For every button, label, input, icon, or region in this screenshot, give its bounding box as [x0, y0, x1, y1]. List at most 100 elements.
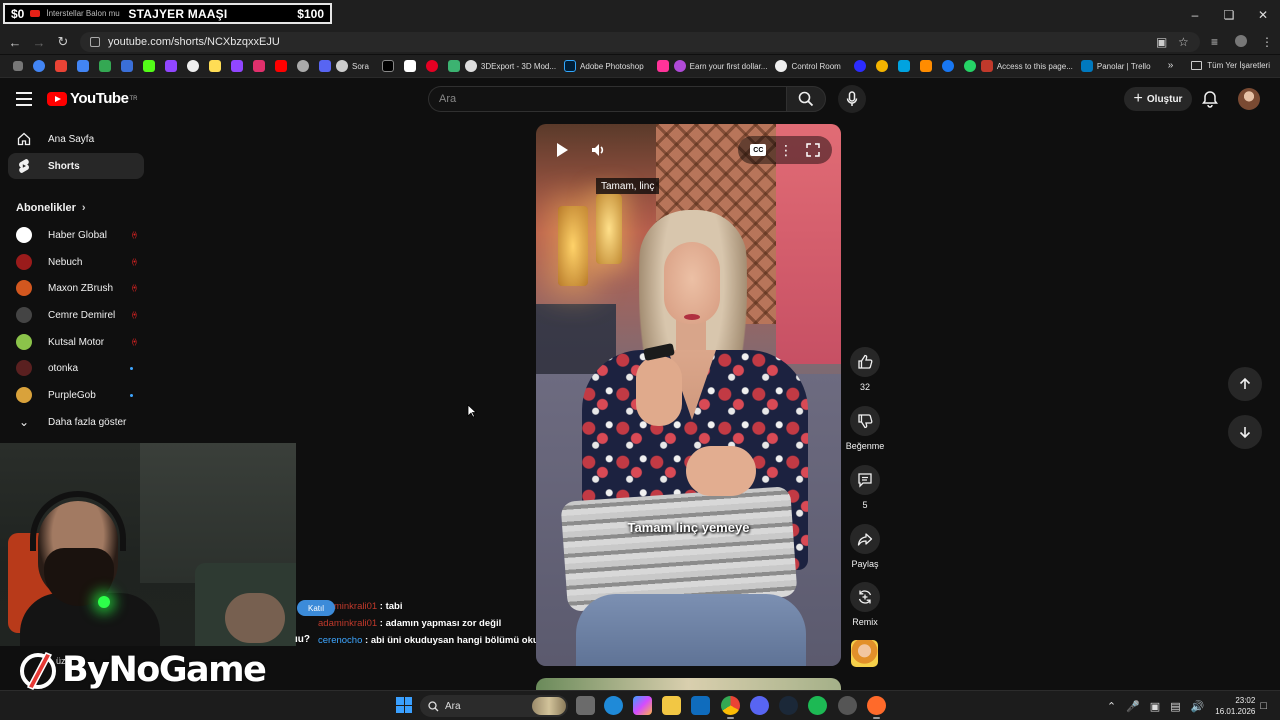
- volume-icon[interactable]: 🔊: [1191, 700, 1205, 713]
- shorts-video-player[interactable]: [536, 124, 841, 666]
- account-avatar[interactable]: [1238, 88, 1260, 110]
- chrome-icon[interactable]: [721, 696, 740, 719]
- windows-start-icon[interactable]: [396, 697, 412, 713]
- chevron-up-icon[interactable]: ⌃: [1107, 700, 1116, 713]
- whatsapp-icon[interactable]: [963, 60, 976, 72]
- bookmark-icon[interactable]: [209, 60, 221, 72]
- google-icon[interactable]: [33, 60, 45, 72]
- bookmark-earn-dollar[interactable]: Earn your first dollar...: [673, 60, 767, 72]
- copilot-icon[interactable]: [633, 696, 652, 715]
- taskbar-clock[interactable]: 23:02 16.01.2026: [1215, 695, 1255, 717]
- next-short-button[interactable]: [1228, 415, 1262, 449]
- subscription-item[interactable]: Nebuch (•): [8, 251, 144, 273]
- bookmark-3dexport[interactable]: 3DExport - 3D Mod...: [464, 60, 556, 72]
- sidebar-item-home[interactable]: Ana Sayfa: [8, 126, 144, 152]
- voice-search-button[interactable]: [838, 85, 866, 113]
- remix-action[interactable]: Remix: [842, 582, 888, 627]
- edge-icon[interactable]: [604, 696, 623, 715]
- outlook-icon[interactable]: [691, 696, 710, 715]
- discord-icon[interactable]: [319, 60, 331, 72]
- like-action[interactable]: 32: [842, 347, 888, 392]
- bookmark-sora[interactable]: Sora: [336, 60, 369, 72]
- subscriptions-heading[interactable]: Abonelikler ›: [16, 202, 86, 214]
- comments-button[interactable]: [850, 465, 880, 495]
- chatgpt-icon[interactable]: [297, 60, 309, 72]
- site-info-icon[interactable]: [90, 37, 100, 47]
- network-icon[interactable]: ▤: [1170, 700, 1180, 713]
- display-icon[interactable]: ▣: [1150, 700, 1160, 713]
- pinterest-icon[interactable]: [425, 60, 438, 72]
- guide-menu-icon[interactable]: [16, 92, 32, 106]
- youtube-icon[interactable]: [275, 60, 287, 72]
- bookmark-icon[interactable]: [231, 60, 243, 72]
- comments-action[interactable]: 5: [842, 465, 888, 510]
- fullscreen-icon[interactable]: [805, 143, 820, 157]
- search-input[interactable]: [439, 93, 786, 105]
- mute-button[interactable]: [586, 138, 610, 162]
- twitch-icon[interactable]: [165, 60, 177, 72]
- reading-list-icon[interactable]: ≡: [1211, 35, 1218, 49]
- subscription-item[interactable]: Kutsal Motor (•): [8, 331, 144, 353]
- share-button[interactable]: [850, 524, 880, 554]
- bookmark-icon[interactable]: [447, 60, 460, 72]
- menu-kebab-icon[interactable]: ⋮: [1261, 35, 1273, 49]
- youtube-logo[interactable]: YouTube TR: [47, 90, 137, 107]
- reload-icon[interactable]: ↻: [54, 34, 72, 50]
- close-icon[interactable]: ✕: [1246, 0, 1280, 30]
- bookmark-icon[interactable]: [656, 60, 669, 72]
- task-view-icon[interactable]: [576, 696, 595, 715]
- all-bookmarks[interactable]: » Tüm Yer İşaretleri: [1168, 60, 1270, 71]
- search-button[interactable]: [786, 86, 826, 112]
- maximize-icon[interactable]: ❏: [1212, 0, 1246, 30]
- x-icon[interactable]: [381, 60, 394, 72]
- sound-thumbnail[interactable]: [851, 640, 878, 667]
- dislike-button[interactable]: [850, 406, 880, 436]
- app-icon[interactable]: [867, 696, 886, 719]
- bookmark-icon[interactable]: [919, 60, 932, 72]
- gcloud-icon[interactable]: [77, 60, 89, 72]
- kick-icon[interactable]: [143, 60, 155, 72]
- bookmark-control-room[interactable]: Control Room: [775, 60, 841, 72]
- bookmark-icon[interactable]: [187, 60, 199, 72]
- obs-icon[interactable]: [838, 696, 857, 715]
- subscription-item[interactable]: otonka: [8, 357, 144, 379]
- drive-icon[interactable]: [99, 60, 111, 72]
- profile-avatar-icon[interactable]: [1235, 35, 1247, 47]
- minimize-icon[interactable]: –: [1178, 0, 1212, 30]
- more-bookmarks-icon[interactable]: »: [1168, 60, 1174, 71]
- remix-button[interactable]: [850, 582, 880, 612]
- apps-grid-icon[interactable]: [13, 61, 23, 71]
- subscription-item[interactable]: Maxon ZBrush (•): [8, 277, 144, 299]
- show-more-button[interactable]: ⌄ Daha fazla göster: [8, 411, 144, 433]
- file-explorer-icon[interactable]: [662, 696, 681, 715]
- bookmark-photoshop[interactable]: Adobe Photoshop: [564, 60, 644, 72]
- subscription-item[interactable]: Haber Global (•): [8, 224, 144, 246]
- notification-icon[interactable]: □: [1260, 700, 1267, 712]
- like-button[interactable]: [850, 347, 880, 377]
- browser-tab-title[interactable]: İnterstellar Balon mu: [46, 9, 126, 18]
- discord-icon[interactable]: [750, 696, 769, 715]
- gmail-icon[interactable]: [55, 60, 67, 72]
- instagram-icon[interactable]: [253, 60, 265, 72]
- bookmark-icon[interactable]: [897, 60, 910, 72]
- search-box[interactable]: [428, 86, 786, 112]
- subscription-item[interactable]: PurpleGob: [8, 384, 144, 406]
- more-options-icon[interactable]: ⋮: [779, 143, 793, 157]
- back-arrow-icon[interactable]: ←: [6, 34, 24, 50]
- bookmark-access-page[interactable]: Access to this page...: [980, 60, 1073, 72]
- previous-short-button[interactable]: [1228, 367, 1262, 401]
- notifications-bell-icon[interactable]: [1201, 90, 1219, 108]
- captions-button[interactable]: CC: [750, 144, 767, 156]
- create-button[interactable]: + Oluştur: [1124, 87, 1192, 111]
- url-field[interactable]: youtube.com/shorts/NCXbzqxxEJU: [80, 32, 1200, 52]
- steam-icon[interactable]: [779, 696, 798, 715]
- install-app-icon[interactable]: ▣: [1156, 35, 1167, 49]
- play-button[interactable]: [550, 138, 574, 162]
- forward-arrow-icon[interactable]: →: [30, 34, 48, 50]
- sidebar-item-shorts[interactable]: Shorts: [8, 153, 144, 179]
- bookmark-star-icon[interactable]: ☆: [1178, 35, 1189, 49]
- docs-icon[interactable]: [121, 60, 133, 72]
- bookmark-icon[interactable]: [941, 60, 954, 72]
- bookmark-icon[interactable]: [403, 60, 416, 72]
- bookmark-icon[interactable]: [875, 60, 888, 72]
